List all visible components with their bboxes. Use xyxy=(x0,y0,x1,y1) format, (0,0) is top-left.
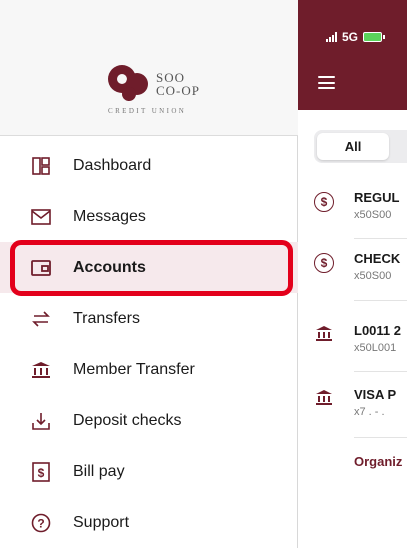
logo: SOO CO-OP CREDIT UNION xyxy=(108,65,200,115)
account-number: x50L001 xyxy=(354,342,397,354)
nav-item-transfers[interactable]: Transfers xyxy=(0,293,298,344)
dollar-circle-icon: $ xyxy=(314,253,334,273)
nav-label: Support xyxy=(73,513,130,531)
battery-charging-icon xyxy=(363,32,386,42)
nav-label: Accounts xyxy=(73,258,146,276)
nav-item-bill-pay[interactable]: $ Bill pay xyxy=(0,446,298,497)
bank-icon xyxy=(314,388,334,408)
nav-item-deposit-checks[interactable]: Deposit checks xyxy=(0,395,298,446)
row-divider xyxy=(354,437,407,438)
account-name: REGUL xyxy=(354,190,400,205)
logo-tagline: CREDIT UNION xyxy=(108,107,187,115)
nav-label: Transfers xyxy=(73,309,140,327)
transfer-arrows-icon xyxy=(30,308,52,330)
nav-label: Messages xyxy=(73,207,146,225)
divider xyxy=(0,135,298,136)
nav-item-support[interactable]: ? Support xyxy=(0,497,298,548)
account-number: x50S00 xyxy=(354,270,392,282)
network-type: 5G xyxy=(342,30,359,44)
row-divider xyxy=(354,238,407,239)
svg-text:?: ? xyxy=(37,516,44,530)
dashboard-icon xyxy=(30,155,52,177)
account-name: VISA P xyxy=(354,387,397,402)
account-filter-tabs: All xyxy=(314,130,407,163)
wallet-icon xyxy=(30,257,52,279)
logo-mark-icon xyxy=(108,65,152,103)
account-number: x50S00 xyxy=(354,209,392,221)
row-divider xyxy=(354,371,407,372)
logo-line2: CO-OP xyxy=(156,83,201,98)
signal-icon xyxy=(326,32,337,42)
nav-label: Deposit checks xyxy=(73,411,182,429)
app-header: 5G xyxy=(298,0,407,110)
nav-item-accounts[interactable]: Accounts xyxy=(0,242,298,293)
drawer-header: SOO CO-OP CREDIT UNION xyxy=(0,0,298,135)
account-name: CHECK xyxy=(354,251,401,266)
download-tray-icon xyxy=(30,410,52,432)
dollar-bill-icon: $ xyxy=(30,461,52,483)
nav-label: Dashboard xyxy=(73,156,152,174)
dollar-circle-icon: $ xyxy=(314,192,334,212)
accounts-screen: 5G All $ REGUL x50S00 $ CHECK x50S00 L00… xyxy=(298,0,407,548)
nav-item-messages[interactable]: Messages xyxy=(0,191,298,242)
menu-icon[interactable] xyxy=(318,76,335,89)
svg-text:$: $ xyxy=(38,466,45,480)
account-name: L0011 2 xyxy=(354,323,401,338)
tab-all[interactable]: All xyxy=(317,133,389,160)
question-circle-icon: ? xyxy=(30,512,52,534)
account-number: x7 . - . xyxy=(354,406,385,418)
nav-menu: Dashboard Messages Accounts Transfers Me xyxy=(0,140,298,548)
row-divider xyxy=(354,300,407,301)
organize-accounts-link[interactable]: Organiz xyxy=(354,454,402,469)
nav-item-dashboard[interactable]: Dashboard xyxy=(0,140,298,191)
nav-label: Bill pay xyxy=(73,462,125,480)
status-bar: 5G xyxy=(326,30,386,44)
nav-drawer: SOO CO-OP CREDIT UNION Dashboard Message… xyxy=(0,0,298,548)
bank-icon xyxy=(314,324,334,344)
nav-label: Member Transfer xyxy=(73,360,195,378)
bank-icon xyxy=(30,359,52,381)
envelope-icon xyxy=(30,206,52,228)
nav-item-member-transfer[interactable]: Member Transfer xyxy=(0,344,298,395)
